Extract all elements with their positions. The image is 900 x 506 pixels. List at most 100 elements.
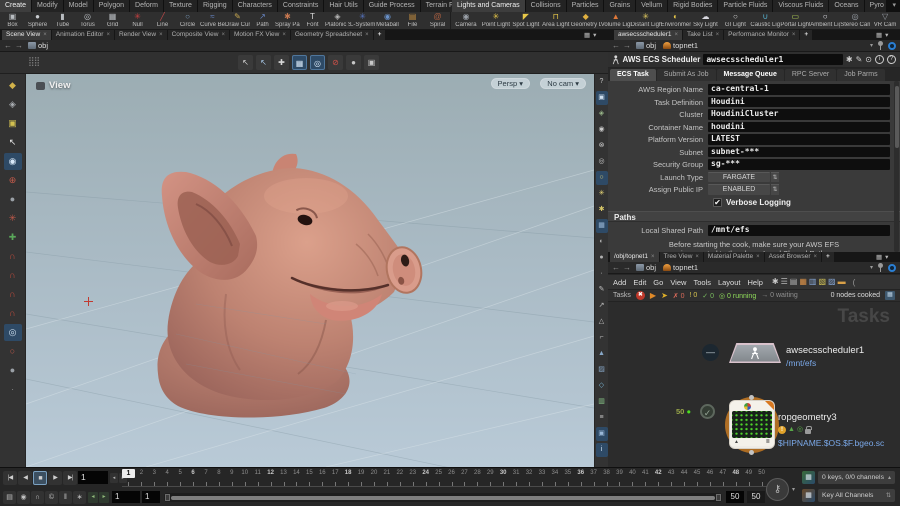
render-flag-icon[interactable]: ▲: [788, 426, 795, 434]
rig-tool-icon[interactable]: ✚: [4, 229, 22, 246]
camera-view-icon[interactable]: ▦: [595, 219, 608, 233]
node-ropgeometry3[interactable]: ▲ ≣: [730, 401, 774, 448]
close-icon[interactable]: ×: [756, 252, 760, 262]
shelf-tool-spot-light[interactable]: ◤ Spot Light: [511, 12, 541, 29]
shelf-tab-constraints[interactable]: Constraints: [277, 0, 324, 12]
shelf-tab-rigging[interactable]: Rigging: [197, 0, 232, 12]
range-slider-left-handle[interactable]: [165, 494, 170, 501]
viewer-tab-motion-fx-view[interactable]: Motion FX View ×: [229, 30, 290, 40]
back-icon[interactable]: ←: [612, 262, 620, 274]
home-view-icon[interactable]: ◎: [596, 155, 608, 169]
shelf-tool-tube[interactable]: ▮ Tube: [50, 12, 75, 29]
magnet-point-icon[interactable]: ∩: [4, 286, 22, 303]
path-caret-icon[interactable]: ▾: [870, 264, 873, 271]
pose-handle-icon[interactable]: ✳: [4, 210, 22, 227]
tree-list-icon[interactable]: ☰: [781, 276, 788, 288]
shelf-tool-font[interactable]: T Font: [300, 12, 325, 29]
go-to-start-button[interactable]: |◀: [3, 471, 17, 485]
menu-spinner-icon[interactable]: ⇅: [771, 184, 779, 195]
pin-icon[interactable]: [877, 263, 884, 272]
pane-menu-icon[interactable]: ▦: [876, 253, 882, 261]
menu-spinner-icon[interactable]: ⇅: [771, 171, 779, 183]
lighting-mode-icon[interactable]: ✳: [596, 187, 608, 201]
range-substart-field[interactable]: 1: [142, 491, 160, 503]
scrollbar-thumb[interactable]: [894, 86, 899, 148]
color-palette-icon[interactable]: ▦: [799, 276, 807, 288]
network-tools-icon[interactable]: ✱: [772, 276, 779, 288]
range-end-field[interactable]: 50: [726, 491, 744, 503]
params-tab-add[interactable]: +: [800, 30, 813, 40]
section-header-paths[interactable]: Paths: [608, 211, 900, 222]
import-tool-icon[interactable]: ◆: [4, 77, 22, 94]
brush-icon[interactable]: ✎: [856, 55, 863, 64]
node-name-input[interactable]: awsecsscheduler1: [703, 54, 843, 65]
ghost-other-objects-icon[interactable]: ◈: [596, 107, 608, 121]
keyframe-marker-icon[interactable]: ∗: [73, 491, 86, 504]
cluster-field[interactable]: HoudiniCluster: [708, 109, 890, 120]
forward-icon[interactable]: →: [15, 40, 23, 52]
link-editor-icon[interactable]: [888, 41, 896, 50]
close-icon[interactable]: ×: [365, 30, 369, 40]
search-icon[interactable]: ⊙: [865, 55, 872, 64]
shelf-tool-spray-paint[interactable]: ✱Spray Paint: [275, 12, 300, 29]
hide-other-objects-icon[interactable]: ▣: [595, 91, 608, 105]
prev-key-button[interactable]: ◂: [110, 473, 118, 483]
parm-tab-ecs-task[interactable]: ECS Task: [610, 69, 656, 81]
viewer-tab-scene-view[interactable]: Scene View ×: [2, 30, 51, 40]
shelf-tool-caustic-light[interactable]: ∪Caustic Light: [750, 12, 780, 29]
shelf-tab-polygon[interactable]: Polygon: [93, 0, 130, 12]
close-icon[interactable]: ×: [674, 30, 678, 40]
rotate-handle-icon[interactable]: ⊕: [4, 172, 22, 189]
shelf-tool-stereo-camera[interactable]: ◎Stereo Camera: [840, 12, 870, 29]
shelf-overflow-caret-icon[interactable]: ▾: [888, 0, 900, 12]
sticky-note-icon[interactable]: ▧: [818, 276, 826, 288]
shelf-tool-line[interactable]: ╱ Line: [150, 12, 175, 29]
expand-icon[interactable]: ▲: [734, 439, 739, 445]
handle-dots-icon[interactable]: ∙: [4, 381, 22, 398]
viewer-pane-controls[interactable]: ▦ ▾: [584, 30, 596, 40]
shelf-tab-guide-process[interactable]: Guide Process: [363, 0, 420, 12]
current-frame-field[interactable]: 1: [78, 471, 108, 484]
container-name-field[interactable]: houdini: [708, 121, 890, 133]
network-boxes-icon[interactable]: ▥: [809, 276, 817, 288]
parm-tab-rpc-server[interactable]: RPC Server: [784, 69, 837, 81]
shelf-tab-grains[interactable]: Grains: [604, 0, 636, 12]
shelf-tool-grid[interactable]: ▦ Grid: [100, 12, 125, 29]
snapshot-icon[interactable]: ○: [4, 343, 22, 360]
network-image-icon[interactable]: ▨: [828, 276, 836, 288]
node-awsecsscheduler1[interactable]: [729, 343, 781, 363]
spreadsheet-icon[interactable]: ▤: [790, 276, 798, 288]
ground-plane-icon[interactable]: ●: [4, 362, 22, 379]
menu-view[interactable]: View: [670, 278, 686, 287]
range-subend-field[interactable]: 50: [747, 491, 765, 503]
auto-key-icon[interactable]: ⚷: [766, 478, 789, 501]
shelf-tool-environment-light[interactable]: ◐Environment Light: [661, 12, 691, 29]
menu-edit[interactable]: Edit: [633, 278, 646, 287]
primitive-normals-icon[interactable]: △: [596, 315, 608, 329]
parameter-scrollbar[interactable]: [894, 81, 899, 252]
assign-public-ip-menu[interactable]: ENABLED: [708, 184, 770, 195]
shelf-tool-file[interactable]: ▤ File: [400, 12, 425, 29]
path-obj-chip[interactable]: obj: [634, 41, 658, 50]
shelf-tool-camera[interactable]: ◉ Camera: [451, 12, 481, 29]
point-trail-icon[interactable]: ↗: [596, 299, 608, 313]
output-connector[interactable]: [749, 450, 754, 455]
back-icon[interactable]: ←: [4, 40, 12, 52]
view-state-icon[interactable]: ◎: [3, 324, 22, 341]
back-icon[interactable]: ←: [612, 40, 620, 52]
display-sprites-icon[interactable]: ▨: [596, 363, 608, 377]
shelf-tool-vr-cam[interactable]: ▽ VR Cam: [870, 12, 900, 29]
pane-caret-icon[interactable]: ▾: [885, 31, 888, 39]
shelf-tool-portal-light[interactable]: ▭ Portal Light: [780, 12, 810, 29]
shelf-tab-modify[interactable]: Modify: [32, 0, 63, 12]
shelf-tab-pyro-fx[interactable]: Pyro FX: [864, 0, 886, 12]
close-icon[interactable]: ×: [814, 252, 818, 262]
shelf-tab-model[interactable]: Model: [63, 0, 93, 12]
group-overlay-icon[interactable]: ◇: [596, 379, 608, 393]
playbar-export-icon[interactable]: ▤: [3, 491, 16, 504]
secure-selection-lock-icon[interactable]: ◉: [3, 153, 22, 170]
point-numbers-icon[interactable]: ✎: [596, 283, 608, 297]
snap-options-icon[interactable]: ▦: [292, 55, 307, 70]
cancel-cook-icon[interactable]: ✖: [635, 291, 645, 300]
shelf-tool-box[interactable]: ▣ Box: [0, 12, 25, 29]
